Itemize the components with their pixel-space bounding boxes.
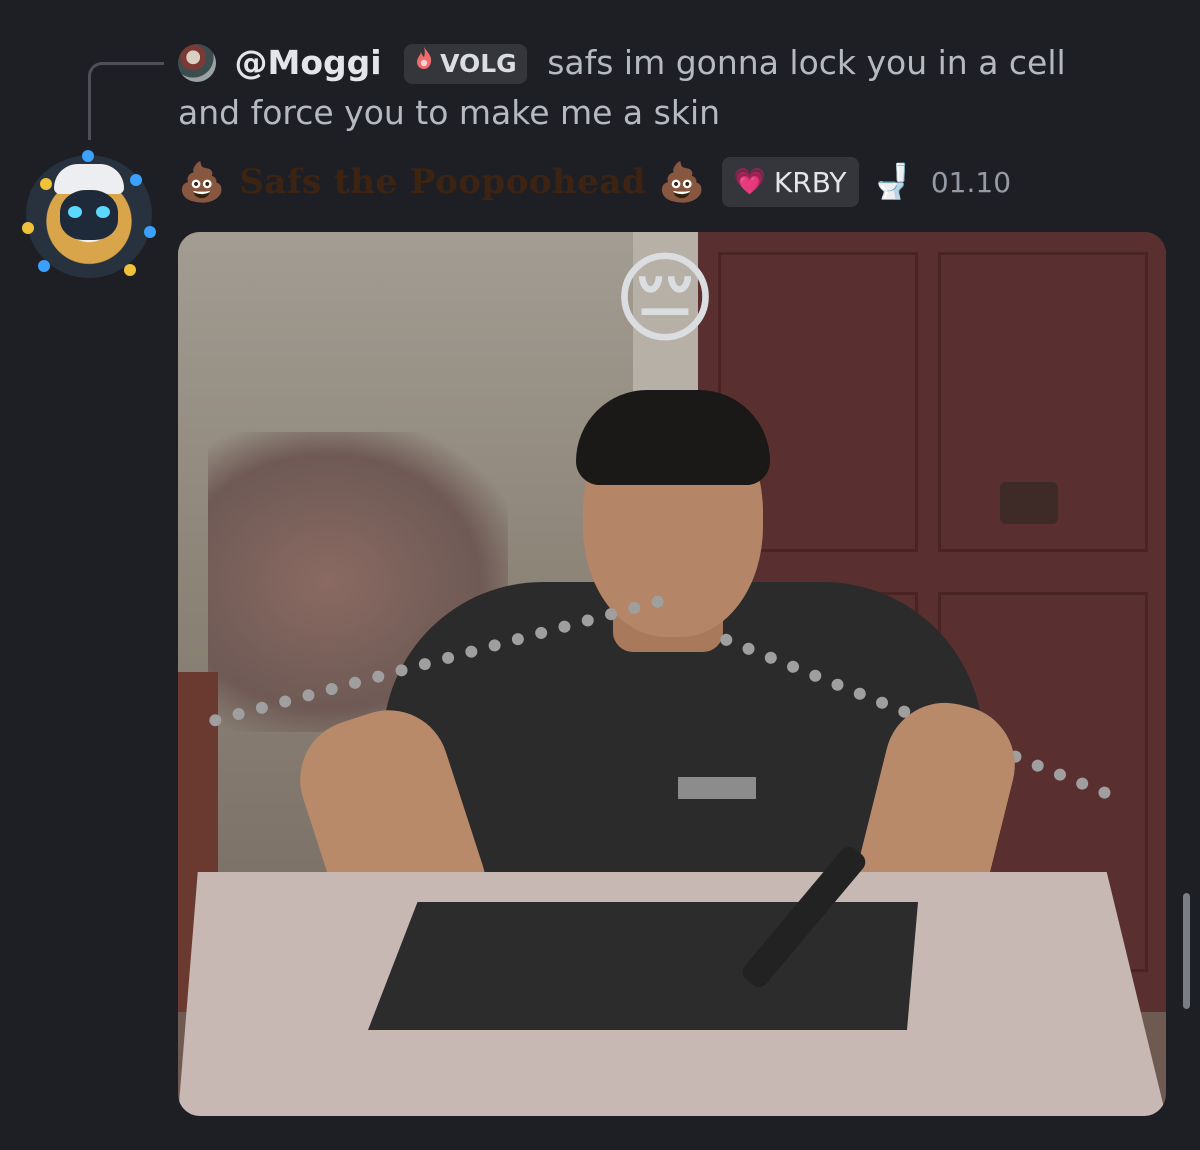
light-bulb xyxy=(40,178,52,190)
reply-guild-tag-label: VOLG xyxy=(440,49,517,78)
poop-emoji-left: 💩 xyxy=(178,160,226,204)
message-timestamp[interactable]: 01.10 xyxy=(931,166,1011,199)
avatar-eye-right xyxy=(96,206,110,218)
message-attachment-image[interactable]: 😔 xyxy=(178,232,1166,1116)
avatar-face xyxy=(60,190,118,240)
light-bulb xyxy=(22,222,34,234)
light-bulb xyxy=(124,264,136,276)
author-avatar[interactable] xyxy=(22,150,156,278)
light-bulb xyxy=(144,226,156,238)
poop-emoji-right: 💩 xyxy=(658,160,706,204)
light-bulb xyxy=(82,150,94,162)
reply-avatar[interactable] xyxy=(178,44,216,82)
author-guild-tag-label: KRBY xyxy=(773,165,847,199)
pensive-face-icon: 😔 xyxy=(612,240,718,357)
discord-message-view: @Moggi VOLG safs im gonna lock you in a … xyxy=(0,0,1200,1150)
image-shirt-logo xyxy=(678,777,756,799)
reply-username[interactable]: @Moggi xyxy=(235,43,382,82)
author-guild-tag[interactable]: 💗 KRBY xyxy=(721,157,859,207)
author-display-name[interactable]: Safs the Poopoohead xyxy=(239,162,646,202)
toilet-emoji: 🚽 xyxy=(870,162,913,202)
scrollbar-thumb[interactable] xyxy=(1183,893,1190,1009)
door-latch xyxy=(1000,482,1058,524)
avatar-eye-left xyxy=(68,206,82,218)
message-header: 💩 Safs the Poopoohead 💩 💗 KRBY 🚽 01.10 xyxy=(178,152,1011,212)
heart-icon: 💗 xyxy=(733,167,766,197)
flame-icon xyxy=(414,39,434,89)
image-drawing-tablet xyxy=(368,902,918,1030)
light-bulb xyxy=(130,174,142,186)
reply-preview[interactable]: @Moggi VOLG safs im gonna lock you in a … xyxy=(178,38,1138,138)
reply-guild-tag[interactable]: VOLG xyxy=(404,44,527,84)
image-person-hair xyxy=(576,390,770,485)
light-bulb xyxy=(38,260,50,272)
reply-connector xyxy=(88,62,164,140)
